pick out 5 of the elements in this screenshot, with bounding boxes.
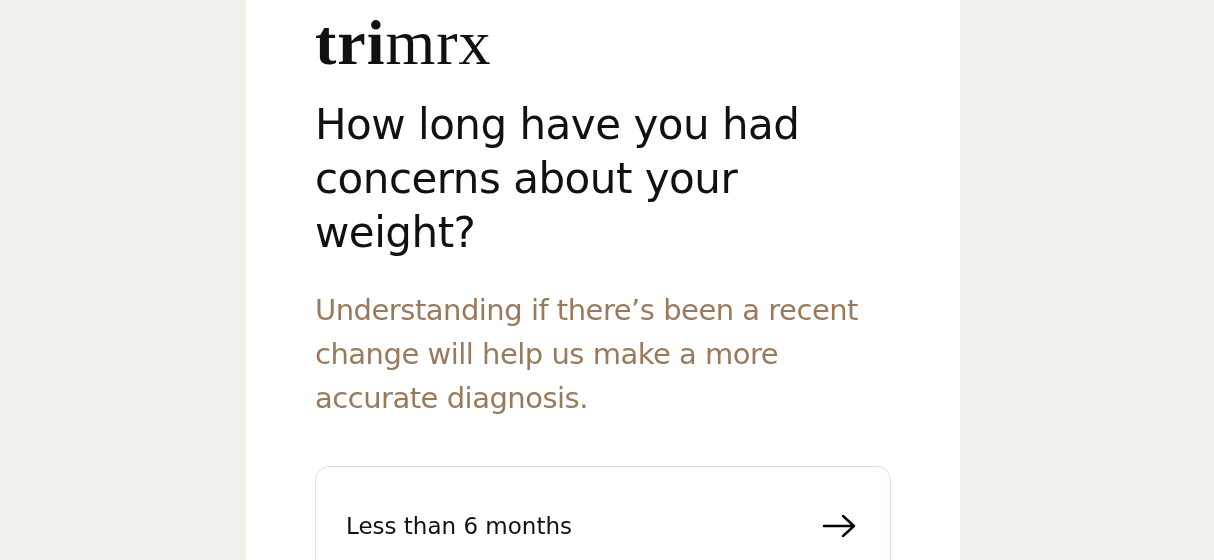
question-title: How long have you had concerns about your weight? bbox=[315, 99, 801, 259]
arrow-right-icon bbox=[822, 514, 856, 538]
answer-option[interactable]: Less than 6 months bbox=[315, 466, 891, 560]
question-description: Understanding if there’s been a recent change will help us make a more accurate diagnosis. bbox=[315, 292, 859, 417]
logo: trimrx bbox=[315, 8, 492, 78]
